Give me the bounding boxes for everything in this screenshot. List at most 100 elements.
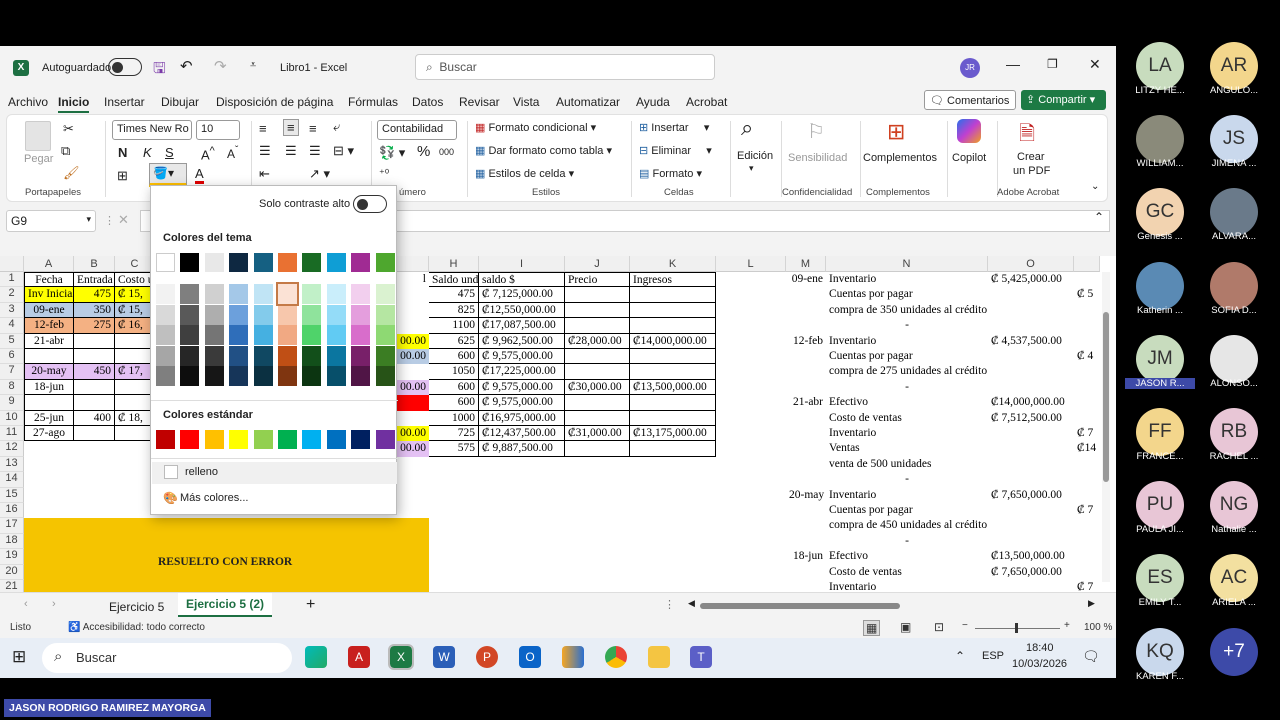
cell-o2[interactable] <box>988 287 1074 302</box>
row-header[interactable]: 13 <box>0 456 24 473</box>
align-bottom-icon[interactable]: ≡ <box>309 121 317 136</box>
scroll-left-icon[interactable]: ◀ <box>688 598 695 609</box>
standard-color-swatch[interactable] <box>326 430 346 449</box>
cell-p16[interactable]: ₡ 7 <box>1074 503 1102 518</box>
page-layout-icon[interactable]: ▣ <box>900 620 911 634</box>
cell-b9[interactable] <box>74 395 115 411</box>
cell-a5[interactable]: 21-abr <box>24 333 74 349</box>
cell-n19[interactable]: Efectivo <box>826 549 988 564</box>
cell-b11[interactable] <box>74 426 115 442</box>
cell-j12[interactable] <box>565 441 630 457</box>
page-break-icon[interactable]: ⊡ <box>934 620 944 634</box>
theme-shade-swatch[interactable] <box>229 284 249 304</box>
cell-c6[interactable] <box>115 349 155 365</box>
cell-m6[interactable] <box>786 349 826 364</box>
menu-dibujar[interactable]: Dibujar <box>161 95 199 109</box>
theme-shade-swatch[interactable] <box>156 366 175 386</box>
cell-p7[interactable] <box>1074 364 1102 379</box>
cell-c7[interactable]: ₡ 17, <box>115 364 155 380</box>
vertical-scrollbar[interactable] <box>1102 272 1110 582</box>
participant-avatar[interactable]: LA <box>1136 42 1184 90</box>
share-button[interactable]: ⇪ Compartir ▾ <box>1021 90 1106 110</box>
cell-k1[interactable]: Ingresos <box>630 272 716 288</box>
col-header[interactable] <box>397 256 429 272</box>
corner-cell[interactable] <box>0 256 24 272</box>
theme-shade-swatch[interactable] <box>156 304 175 325</box>
tray-chevron-icon[interactable]: ⌃ <box>955 649 965 663</box>
cell-i3[interactable]: ₡12,550,000.00 <box>479 302 565 319</box>
cell-o7[interactable] <box>988 364 1074 379</box>
orientation-icon[interactable]: ↗ ▾ <box>309 166 330 182</box>
cell-m5[interactable]: 12-feb <box>786 334 826 349</box>
theme-shade-swatch[interactable] <box>326 345 346 366</box>
cell-k2[interactable] <box>630 287 716 303</box>
cell-n3[interactable]: compra de 350 unidades al crédito <box>826 303 988 318</box>
cell-m10[interactable] <box>786 411 826 426</box>
cell-h4[interactable]: 1100 <box>429 318 479 334</box>
col-header[interactable]: K <box>630 256 716 272</box>
cell-n20[interactable]: Costo de ventas <box>826 565 988 580</box>
cell-g4[interactable] <box>397 318 429 333</box>
comments-button[interactable]: 🗨 Comentarios <box>924 90 1016 110</box>
excel-taskbar-icon[interactable]: X <box>388 644 414 670</box>
cell-j6[interactable] <box>565 349 630 365</box>
clock-time[interactable]: 18:40 <box>1026 642 1054 654</box>
theme-shade-swatch[interactable] <box>180 366 200 386</box>
cell-n4[interactable]: - <box>826 318 988 333</box>
edit-label[interactable]: Edición <box>737 150 773 162</box>
cell-styles-button[interactable]: ▦ Estilos de celda ▾ <box>475 167 574 180</box>
row-header[interactable]: 3 <box>0 302 24 319</box>
customize-toolbar-icon[interactable]: ⩡ <box>250 59 256 72</box>
participant-avatar[interactable] <box>1210 188 1258 237</box>
cell-m14[interactable] <box>786 472 826 487</box>
clock-date[interactable]: 10/03/2026 <box>1012 658 1067 670</box>
cell-a10[interactable]: 25-jun <box>24 410 74 426</box>
theme-shade-swatch[interactable] <box>204 366 224 386</box>
fill-color-icon[interactable]: 🪣▾ <box>149 163 187 187</box>
taskbar-search[interactable]: ⌕ Buscar <box>42 643 292 673</box>
standard-color-swatch[interactable] <box>253 430 273 449</box>
expand-formula-icon[interactable]: ⌃ <box>1094 210 1104 224</box>
participant-avatar[interactable] <box>1136 261 1184 310</box>
theme-shade-swatch[interactable] <box>253 304 273 325</box>
cell-m13[interactable] <box>786 457 826 472</box>
menu-ayuda[interactable]: Ayuda <box>636 95 670 109</box>
cell-a7[interactable]: 20-may <box>24 364 74 380</box>
cell-m3[interactable] <box>786 303 826 318</box>
menu-automatizar[interactable]: Automatizar <box>556 95 620 109</box>
collapse-ribbon-icon[interactable]: ⌄ <box>1091 181 1099 192</box>
high-contrast-toggle[interactable] <box>353 195 387 213</box>
col-header[interactable]: C <box>115 256 155 272</box>
cell-i11[interactable]: ₡12,437,500.00 <box>479 426 565 442</box>
sheet-tab-ejercicio-5[interactable]: Ejercicio 5 <box>109 600 164 614</box>
minimize-icon[interactable]: — <box>1006 56 1020 72</box>
cell-j8[interactable]: ₡30,000.00 <box>565 379 630 396</box>
cell-o18[interactable] <box>988 534 1074 549</box>
row-header[interactable]: 7 <box>0 364 24 380</box>
row-header[interactable]: 6 <box>0 349 24 365</box>
row-header[interactable]: 10 <box>0 410 24 426</box>
cell-c4[interactable]: ₡ 16, <box>115 318 155 334</box>
cell-k3[interactable] <box>630 302 716 319</box>
name-box[interactable]: G9 ▾ <box>6 210 96 232</box>
menu-archivo[interactable]: Archivo <box>8 95 48 109</box>
cell-n13[interactable]: venta de 500 unidades <box>826 457 988 472</box>
create-pdf-icon[interactable]: 🗎 <box>1019 119 1035 153</box>
underline-icon[interactable]: S <box>165 145 174 160</box>
cell-p9[interactable] <box>1074 395 1102 410</box>
cell-o11[interactable] <box>988 426 1074 441</box>
thousands-icon[interactable]: 000 <box>439 147 454 157</box>
cell-p15[interactable] <box>1074 488 1102 503</box>
edge-icon[interactable] <box>305 646 327 668</box>
theme-shade-swatch[interactable] <box>375 366 395 386</box>
normal-view-icon[interactable]: ▦ <box>863 620 881 636</box>
theme-color-swatch[interactable] <box>180 253 200 272</box>
col-header[interactable]: O <box>988 256 1074 272</box>
cell-n17[interactable]: compra de 450 unidades al crédito <box>826 518 988 533</box>
theme-shade-swatch[interactable] <box>375 325 395 345</box>
cell-o9[interactable]: ₡14,000,000.00 <box>988 395 1074 410</box>
cell-p14[interactable] <box>1074 472 1102 487</box>
row-header[interactable]: 17 <box>0 518 24 534</box>
cell-g11[interactable]: 00.00 <box>397 426 429 442</box>
participant-avatar[interactable]: KQ <box>1136 627 1184 676</box>
